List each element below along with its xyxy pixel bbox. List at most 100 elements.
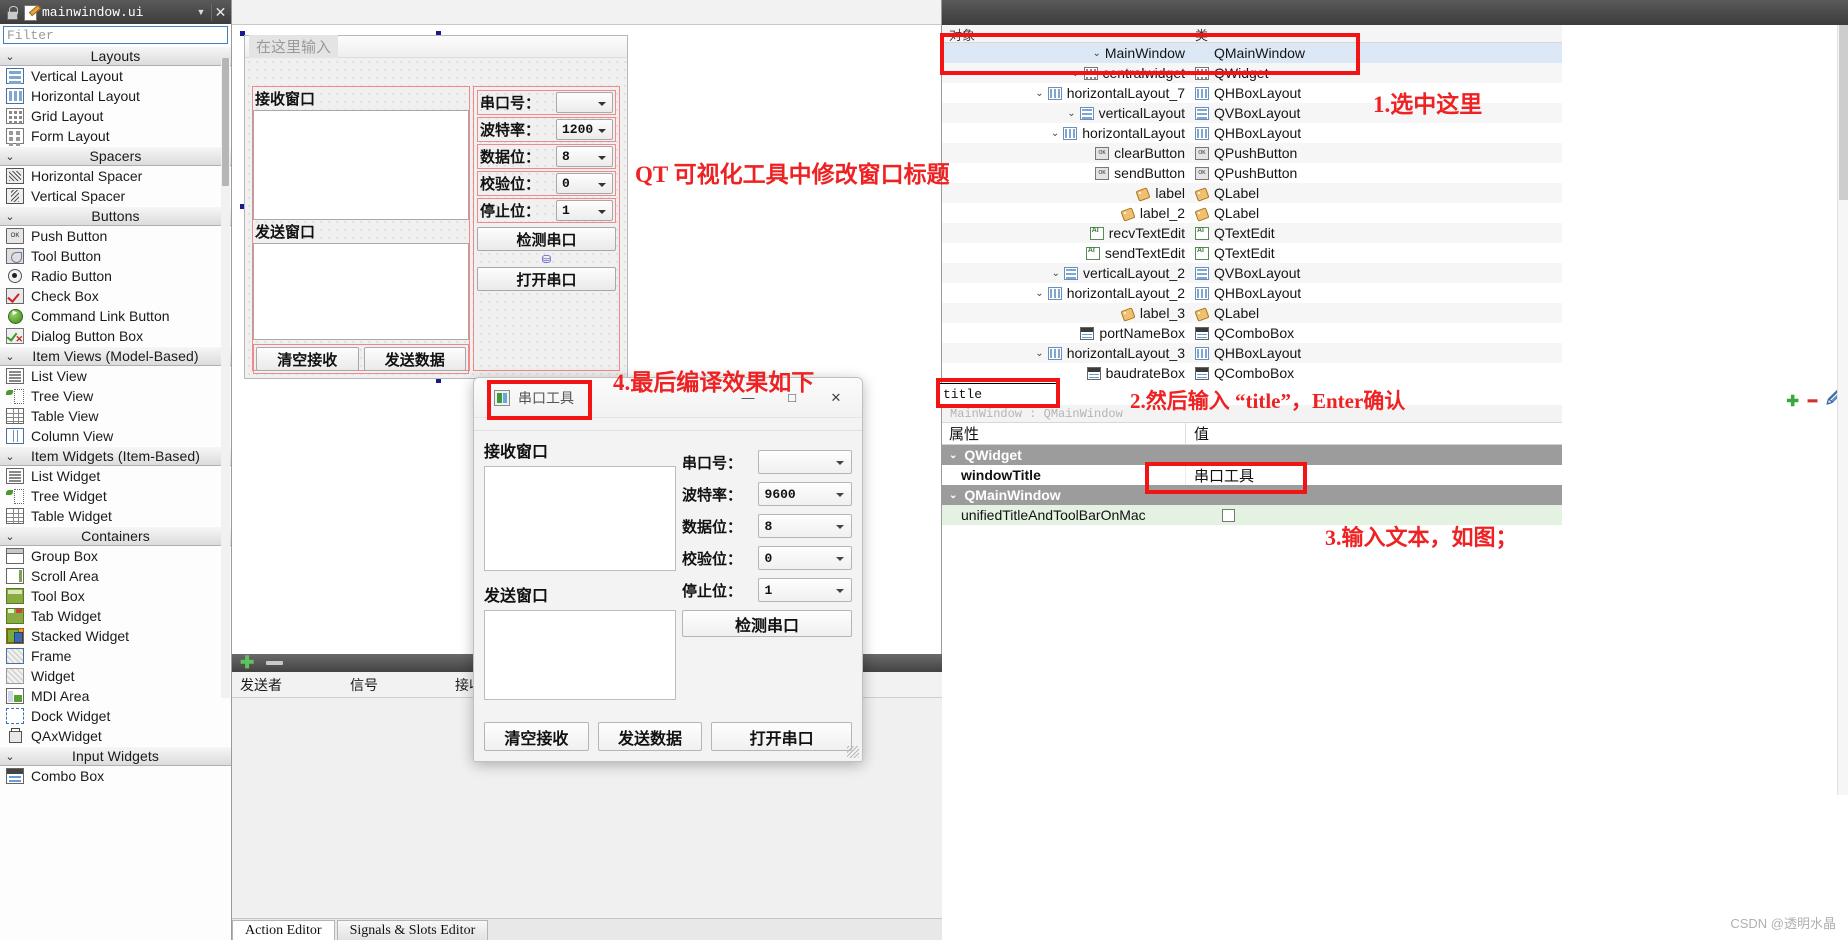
chevron-down-icon[interactable]: ⌄ (1052, 268, 1060, 279)
preview-field-combobox[interactable]: 0 (757, 546, 852, 570)
form-selection-wrapper[interactable]: 在这里输入 接收窗口 发送窗口 清空接收 发送数据 串口号： 波特率： 1200… (240, 31, 632, 383)
chevron-down-icon[interactable]: ⌄ (0, 150, 20, 163)
remove-icon[interactable] (266, 661, 284, 665)
object-tree-row[interactable]: ⌄ horizontalLayout_3 QHBoxLayout (942, 343, 1562, 363)
widget-item-tree-widget[interactable]: Tree Widget (0, 486, 231, 506)
object-tree-row[interactable]: label_2 QLabel (942, 203, 1562, 223)
widget-item-combo-box[interactable]: Combo Box (0, 766, 231, 786)
chevron-down-icon[interactable]: ⌄ (1035, 88, 1043, 99)
widget-item-scroll-area[interactable]: Scroll Area (0, 566, 231, 586)
widget-item-frame[interactable]: Frame (0, 646, 231, 666)
form-central-widget[interactable]: 接收窗口 发送窗口 清空接收 发送数据 串口号： 波特率： 1200 数据位： 8 校验位… (245, 58, 627, 378)
bottom-tab-signals-slots-editor[interactable]: Signals & Slots Editor (336, 920, 489, 940)
chevron-down-icon[interactable]: ⌄ (0, 50, 20, 63)
add-icon[interactable]: ✚ (240, 654, 254, 671)
open-file-name[interactable]: mainwindow.ui (42, 5, 193, 20)
object-tree-row[interactable]: ⌄ horizontalLayout_2 QHBoxLayout (942, 283, 1562, 303)
designed-main-window[interactable]: 在这里输入 接收窗口 发送窗口 清空接收 发送数据 串口号： 波特率： 1200… (244, 35, 628, 379)
remove-property-icon[interactable]: ━ (1808, 392, 1817, 410)
widget-group-spacers[interactable]: ⌄ Spacers (0, 146, 231, 166)
widget-item-table-view[interactable]: Table View (0, 406, 231, 426)
property-checkbox[interactable] (1222, 508, 1235, 522)
widget-group-layouts[interactable]: ⌄ Layouts (0, 46, 231, 66)
object-tree-row[interactable]: OK clearButton OK QPushButton (942, 143, 1562, 163)
object-tree-row[interactable]: sendTextEdit QTextEdit (942, 243, 1562, 263)
form-field-combobox[interactable]: 1 (556, 200, 613, 221)
widget-item-stacked-widget[interactable]: Stacked Widget (0, 626, 231, 646)
object-tree-row[interactable]: ⌄ verticalLayout_2 QVBoxLayout (942, 263, 1562, 283)
object-tree-row[interactable]: label_3 QLabel (942, 303, 1562, 323)
form-field-combobox[interactable]: 1200 (556, 119, 613, 140)
widget-group-item-widgets-item-based[interactable]: ⌄ Item Widgets (Item-Based) (0, 446, 231, 466)
object-tree-row[interactable]: portNameBox QComboBox (942, 323, 1562, 343)
preview-field-combobox[interactable]: 1 (757, 578, 852, 602)
form-menubar[interactable]: 在这里输入 (245, 35, 627, 58)
resize-grip-icon[interactable] (847, 746, 859, 758)
menubar-placeholder[interactable]: 在这里输入 (249, 35, 339, 58)
widget-item-check-box[interactable]: Check Box (0, 286, 231, 306)
chevron-down-icon[interactable]: ⌄ (949, 450, 957, 461)
widget-item-qaxwidget[interactable]: QAxWidget (0, 726, 231, 746)
chevron-down-icon[interactable]: ⌄ (1067, 108, 1075, 119)
form-right-column[interactable]: 串口号： 波特率： 1200 数据位： 8 校验位： 0 停止位： 1 检测串口 ⛁ 打开串口 (473, 86, 620, 371)
widget-group-input-widgets[interactable]: ⌄ Input Widgets (0, 746, 231, 766)
preview-send-textedit[interactable] (484, 610, 676, 700)
bottom-tab-action-editor[interactable]: Action Editor (232, 920, 335, 940)
right-scrollbar[interactable] (1837, 25, 1848, 795)
compiled-preview-window[interactable]: 串口工具 — □ ✕ 接收窗口 发送窗口 串口号： 波特率： 9600 数据位： 8 校验… (473, 377, 863, 762)
widget-item-dialog-button-box[interactable]: Dialog Button Box (0, 326, 231, 346)
chevron-down-icon[interactable]: ⌄ (0, 210, 20, 223)
chevron-down-icon[interactable]: ⌄ (0, 350, 20, 363)
widget-item-list-widget[interactable]: List Widget (0, 466, 231, 486)
widget-item-tool-box[interactable]: Tool Box (0, 586, 231, 606)
widget-item-dock-widget[interactable]: Dock Widget (0, 706, 231, 726)
chevron-down-icon[interactable]: ⌄ (0, 750, 20, 763)
chevron-down-icon[interactable]: ⌄ (0, 530, 20, 543)
object-tree-row[interactable]: ⌄ horizontalLayout QHBoxLayout (942, 123, 1562, 143)
form-detect-button[interactable]: 检测串口 (477, 227, 616, 251)
preview-field-combobox[interactable] (757, 450, 852, 474)
form-field-combobox[interactable] (556, 92, 613, 113)
preview-send-button[interactable]: 发送数据 (597, 722, 703, 751)
chevron-down-icon[interactable]: ⌄ (949, 490, 957, 501)
chevron-down-icon[interactable]: ▼ (193, 7, 209, 17)
object-inspector-panel[interactable]: 对象 类 ⌄ MainWindow QMainWindow ⌄ centralwidge… (942, 25, 1562, 410)
widget-item-group-box[interactable]: Group Box (0, 546, 231, 566)
preview-field-combobox[interactable]: 9600 (757, 482, 852, 506)
widget-item-tool-button[interactable]: Tool Button (0, 246, 231, 266)
widget-filter-input[interactable]: Filter (3, 26, 228, 44)
form-send-textedit[interactable] (253, 243, 469, 340)
widget-box-scrollbar[interactable] (221, 58, 230, 698)
chevron-down-icon[interactable]: ⌄ (1035, 348, 1043, 359)
preview-recv-textedit[interactable] (484, 466, 676, 571)
form-left-column[interactable]: 接收窗口 发送窗口 清空接收 发送数据 (252, 86, 470, 374)
widget-group-containers[interactable]: ⌄ Containers (0, 526, 231, 546)
widget-item-widget[interactable]: Widget (0, 666, 231, 686)
preview-detect-button[interactable]: 检测串口 (682, 610, 852, 637)
form-recv-textedit[interactable] (253, 110, 469, 220)
widget-item-grid-layout[interactable]: Grid Layout (0, 106, 231, 126)
preview-field-combobox[interactable]: 8 (757, 514, 852, 538)
add-property-icon[interactable]: ✚ (1786, 392, 1799, 410)
form-clear-button[interactable]: 清空接收 (256, 347, 359, 371)
chevron-down-icon[interactable]: ⌄ (1051, 128, 1059, 139)
preview-open-button[interactable]: 打开串口 (711, 722, 852, 751)
right-scrollbar-thumb[interactable] (1839, 25, 1848, 200)
widget-item-push-button[interactable]: OK Push Button (0, 226, 231, 246)
object-tree-row[interactable]: label QLabel (942, 183, 1562, 203)
lock-icon[interactable] (4, 4, 20, 20)
form-field-combobox[interactable]: 8 (556, 146, 613, 167)
close-icon[interactable]: ✕ (211, 3, 229, 21)
widget-item-form-layout[interactable]: Form Layout (0, 126, 231, 146)
preview-clear-button[interactable]: 清空接收 (484, 722, 589, 751)
widget-item-radio-button[interactable]: Radio Button (0, 266, 231, 286)
object-tree-row[interactable]: recvTextEdit QTextEdit (942, 223, 1562, 243)
widget-item-column-view[interactable]: Column View (0, 426, 231, 446)
widget-group-item-views-model-based[interactable]: ⌄ Item Views (Model-Based) (0, 346, 231, 366)
widget-item-list-view[interactable]: List View (0, 366, 231, 386)
form-open-button[interactable]: 打开串口 (477, 267, 616, 291)
form-send-button[interactable]: 发送数据 (363, 347, 466, 371)
widget-item-vertical-layout[interactable]: Vertical Layout (0, 66, 231, 86)
widget-item-command-link-button[interactable]: Command Link Button (0, 306, 231, 326)
widget-box-list[interactable]: ⌄ Layouts Vertical Layout Horizontal Layout… (0, 46, 231, 940)
